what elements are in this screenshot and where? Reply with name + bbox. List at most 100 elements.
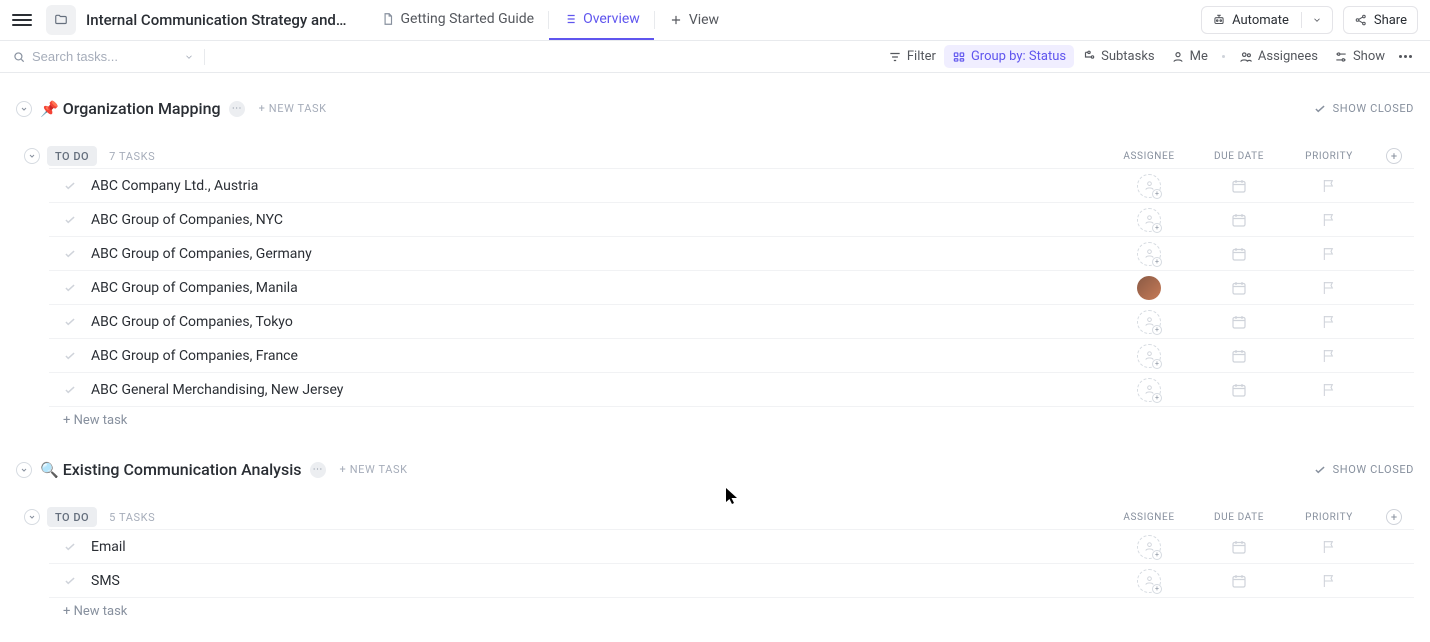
list-title[interactable]: Existing Communication Analysis (63, 460, 302, 479)
tab-getting-started[interactable]: Getting Started Guide (367, 0, 549, 40)
assign-user-button[interactable]: + (1137, 310, 1161, 334)
task-row[interactable]: ABC Group of Companies, France + (49, 338, 1414, 372)
list-title[interactable]: Organization Mapping (63, 99, 221, 118)
new-task-row-button[interactable]: + New task (49, 406, 1414, 434)
assign-user-button[interactable]: + (1137, 174, 1161, 198)
collapse-group-button[interactable] (24, 148, 40, 164)
column-header-due-date[interactable]: DUE DATE (1194, 151, 1284, 162)
add-column-button[interactable]: + (1386, 509, 1402, 525)
add-column-button[interactable]: + (1386, 148, 1402, 164)
due-date-button[interactable] (1194, 572, 1284, 590)
column-header-due-date[interactable]: DUE DATE (1194, 512, 1284, 523)
due-date-button[interactable] (1194, 245, 1284, 263)
person-icon (1171, 50, 1185, 64)
group-by-button[interactable]: Group by: Status (944, 45, 1074, 68)
due-date-button[interactable] (1194, 211, 1284, 229)
task-complete-checkbox[interactable] (63, 179, 77, 193)
priority-button[interactable] (1284, 212, 1374, 228)
assign-user-button[interactable]: + (1137, 535, 1161, 559)
assign-user-button[interactable]: + (1137, 344, 1161, 368)
task-row[interactable]: ABC Group of Companies, NYC + (49, 202, 1414, 236)
share-button[interactable]: Share (1343, 6, 1418, 34)
task-complete-checkbox[interactable] (63, 315, 77, 329)
task-complete-checkbox[interactable] (63, 574, 77, 588)
column-header-assignee[interactable]: ASSIGNEE (1104, 512, 1194, 523)
show-closed-button[interactable]: SHOW CLOSED (1313, 102, 1414, 116)
assign-user-button[interactable]: + (1137, 569, 1161, 593)
search-input[interactable] (32, 49, 172, 64)
tab-overview[interactable]: Overview (549, 0, 654, 40)
folder-icon-button[interactable] (46, 5, 76, 35)
task-row[interactable]: SMS + (49, 563, 1414, 597)
collapse-group-button[interactable] (24, 509, 40, 525)
task-name[interactable]: Email (91, 539, 1104, 555)
new-task-header-button[interactable]: + NEW TASK (259, 102, 327, 115)
task-row[interactable]: ABC Group of Companies, Manila (49, 270, 1414, 304)
column-header-priority[interactable]: PRIORITY (1284, 151, 1374, 162)
priority-button[interactable] (1284, 382, 1374, 398)
due-date-button[interactable] (1194, 279, 1284, 297)
show-closed-button[interactable]: SHOW CLOSED (1313, 463, 1414, 477)
task-name[interactable]: ABC Group of Companies, NYC (91, 212, 1104, 228)
task-row[interactable]: ABC Company Ltd., Austria + (49, 168, 1414, 202)
due-date-button[interactable] (1194, 177, 1284, 195)
list-info-button[interactable]: ⋯ (310, 462, 326, 478)
task-complete-checkbox[interactable] (63, 383, 77, 397)
task-complete-checkbox[interactable] (63, 540, 77, 554)
task-row[interactable]: ABC Group of Companies, Tokyo + (49, 304, 1414, 338)
assign-user-button[interactable]: + (1137, 378, 1161, 402)
search-wrap[interactable] (12, 49, 194, 64)
priority-button[interactable] (1284, 178, 1374, 194)
priority-button[interactable] (1284, 573, 1374, 589)
assignee-avatar[interactable] (1137, 276, 1161, 300)
priority-button[interactable] (1284, 348, 1374, 364)
column-header-assignee[interactable]: ASSIGNEE (1104, 151, 1194, 162)
task-complete-checkbox[interactable] (63, 349, 77, 363)
assignees-button[interactable]: Assignees (1231, 45, 1326, 68)
assign-user-button[interactable]: + (1137, 242, 1161, 266)
collapse-list-button[interactable] (16, 101, 32, 117)
priority-button[interactable] (1284, 314, 1374, 330)
automate-button[interactable]: Automate (1201, 6, 1333, 34)
chevron-down-icon[interactable] (184, 52, 194, 62)
subtasks-button[interactable]: Subtasks (1074, 45, 1163, 68)
task-name[interactable]: ABC Group of Companies, Manila (91, 280, 1104, 296)
due-date-button[interactable] (1194, 381, 1284, 399)
assign-user-button[interactable]: + (1137, 208, 1161, 232)
column-header-priority[interactable]: PRIORITY (1284, 512, 1374, 523)
task-name[interactable]: ABC Company Ltd., Austria (91, 178, 1104, 194)
task-row[interactable]: Email + (49, 529, 1414, 563)
due-date-button[interactable] (1194, 538, 1284, 556)
collapse-list-button[interactable] (16, 462, 32, 478)
task-count-label: 7 TASKS (109, 150, 155, 163)
task-name[interactable]: ABC Group of Companies, Germany (91, 246, 1104, 262)
due-date-button[interactable] (1194, 313, 1284, 331)
show-button[interactable]: Show (1326, 45, 1393, 68)
page-title[interactable]: Internal Communication Strategy and… (86, 11, 347, 29)
task-row[interactable]: ABC General Merchandising, New Jersey + (49, 372, 1414, 406)
task-complete-checkbox[interactable] (63, 281, 77, 295)
task-name[interactable]: ABC General Merchandising, New Jersey (91, 382, 1104, 398)
priority-button[interactable] (1284, 280, 1374, 296)
filter-button[interactable]: Filter (880, 45, 944, 68)
due-date-button[interactable] (1194, 347, 1284, 365)
menu-toggle-button[interactable] (12, 10, 32, 30)
plus-icon (669, 13, 683, 27)
new-task-header-button[interactable]: + NEW TASK (340, 463, 408, 476)
status-pill[interactable]: TO DO (47, 146, 97, 166)
task-name[interactable]: ABC Group of Companies, Tokyo (91, 314, 1104, 330)
priority-button[interactable] (1284, 246, 1374, 262)
priority-button[interactable] (1284, 539, 1374, 555)
task-name[interactable]: SMS (91, 573, 1104, 589)
status-pill[interactable]: TO DO (47, 507, 97, 527)
task-name[interactable]: ABC Group of Companies, France (91, 348, 1104, 364)
task-complete-checkbox[interactable] (63, 247, 77, 261)
assignees-label: Assignees (1258, 49, 1318, 64)
task-complete-checkbox[interactable] (63, 213, 77, 227)
me-button[interactable]: Me (1163, 45, 1216, 68)
new-task-row-button[interactable]: + New task (49, 597, 1414, 625)
task-row[interactable]: ABC Group of Companies, Germany + (49, 236, 1414, 270)
add-view-button[interactable]: View (655, 0, 733, 40)
list-info-button[interactable]: ⋯ (229, 101, 245, 117)
more-options-button[interactable] (1393, 51, 1418, 62)
